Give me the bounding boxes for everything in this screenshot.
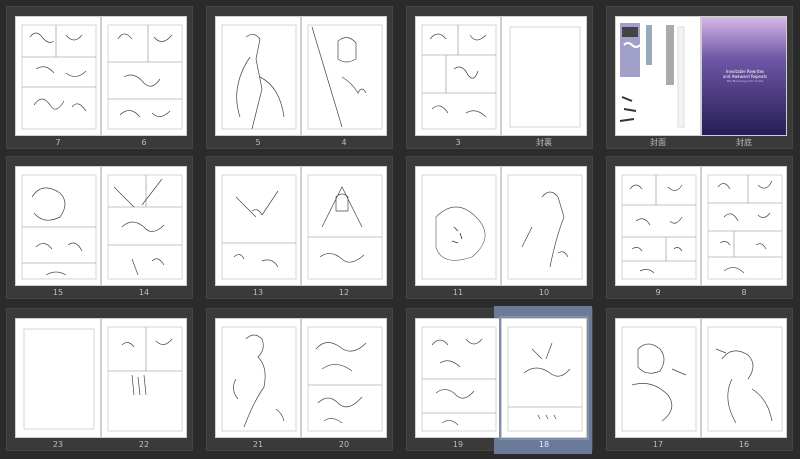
sketch-lines	[221, 326, 297, 432]
spread-17-16[interactable]: 17 16	[606, 308, 793, 451]
page-thumbnail[interactable]	[215, 166, 301, 286]
page-thumbnail[interactable]	[101, 318, 187, 438]
page-number: 12	[338, 288, 350, 297]
page-number: 22	[138, 440, 150, 449]
sketch-lines	[421, 326, 497, 432]
page-number: 5	[255, 138, 261, 147]
page-thumbnail[interactable]	[15, 318, 101, 438]
sketch-lines	[307, 174, 383, 280]
sketch-lines	[307, 326, 383, 432]
page-thumbnail[interactable]	[701, 318, 787, 438]
page-number: 3	[455, 138, 461, 147]
page-number: 18	[538, 440, 550, 449]
page-thumbnail[interactable]	[15, 16, 101, 136]
page-thumbnail[interactable]	[615, 16, 701, 136]
frame-guides	[509, 26, 581, 128]
sketch-lines	[107, 326, 183, 432]
page-number: 16	[738, 440, 750, 449]
page-number: 4	[341, 138, 347, 147]
page-thumbnail-selected[interactable]	[499, 316, 589, 440]
page-thumbnail[interactable]	[15, 166, 101, 286]
sketch-lines	[707, 174, 783, 280]
spread-13-12[interactable]: 13 12	[206, 156, 393, 299]
page-thumbnail[interactable]	[615, 166, 701, 286]
page-number: 13	[252, 288, 264, 297]
sketch-lines	[21, 174, 97, 280]
spread-7-6[interactable]: 7 6	[6, 6, 193, 149]
sketch-lines	[107, 174, 183, 280]
page-number: 8	[741, 288, 747, 297]
page-thumbnail[interactable]	[101, 16, 187, 136]
spread-15-14[interactable]: 15 14	[6, 156, 193, 299]
cover-title: Inevitable Rewrites and Awkward Repeats …	[722, 69, 768, 83]
page-number: 14	[138, 288, 150, 297]
sketch-lines	[21, 24, 97, 130]
sketch-lines	[507, 174, 583, 280]
page-number: 20	[338, 440, 350, 449]
page-number: 10	[538, 288, 550, 297]
sketch-lines	[107, 24, 183, 130]
page-number: 11	[452, 288, 464, 297]
page-thumbnail[interactable]	[501, 166, 587, 286]
sketch-lines	[621, 326, 697, 432]
page-thumbnail[interactable]	[615, 318, 701, 438]
sketch-lines	[707, 326, 783, 432]
page-number: 封面	[650, 138, 666, 147]
page-number: 6	[141, 138, 147, 147]
page-number: 17	[652, 440, 664, 449]
sketch-lines	[507, 326, 583, 432]
sketch-lines	[307, 24, 383, 130]
spread-3-inner-cover[interactable]: 3 封裏	[406, 6, 593, 149]
page-number: 19	[452, 440, 464, 449]
page-thumbnail[interactable]	[101, 166, 187, 286]
page-thumbnail[interactable]	[501, 16, 587, 136]
sketch-lines	[221, 24, 297, 130]
page-number: 15	[52, 288, 64, 297]
spread-9-8[interactable]: 9 8	[606, 156, 793, 299]
cover-artwork	[619, 23, 685, 128]
spread-23-22[interactable]: 23 22	[6, 308, 193, 451]
page-thumbnail[interactable]	[215, 318, 301, 438]
spread-5-4[interactable]: 5 4	[206, 6, 393, 149]
spread-cover[interactable]: Inevitable Rewrites and Awkward Repeats …	[606, 6, 793, 149]
page-thumbnail[interactable]	[415, 166, 501, 286]
frame-guides	[23, 328, 95, 430]
page-number: 封底	[736, 138, 752, 147]
page-thumbnail[interactable]	[415, 318, 501, 438]
page-thumbnail[interactable]: Inevitable Rewrites and Awkward Repeats …	[701, 16, 787, 136]
page-thumbnail[interactable]	[415, 16, 501, 136]
sketch-lines	[421, 174, 497, 280]
sketch-lines	[621, 174, 697, 280]
spread-19-18[interactable]: 19 18	[406, 306, 593, 454]
page-number: 21	[252, 440, 264, 449]
page-number: 封裏	[536, 138, 552, 147]
page-number: 23	[52, 440, 64, 449]
page-thumbnail[interactable]	[301, 16, 387, 136]
spread-21-20[interactable]: 21 20	[206, 308, 393, 451]
page-thumbnail[interactable]	[215, 16, 301, 136]
page-thumbnail[interactable]	[301, 318, 387, 438]
sketch-lines	[221, 174, 297, 280]
spread-11-10[interactable]: 11 10	[406, 156, 593, 299]
page-number: 7	[55, 138, 61, 147]
page-number: 9	[655, 288, 661, 297]
sketch-lines	[421, 24, 497, 130]
page-thumbnail[interactable]	[701, 166, 787, 286]
page-thumbnail[interactable]	[301, 166, 387, 286]
